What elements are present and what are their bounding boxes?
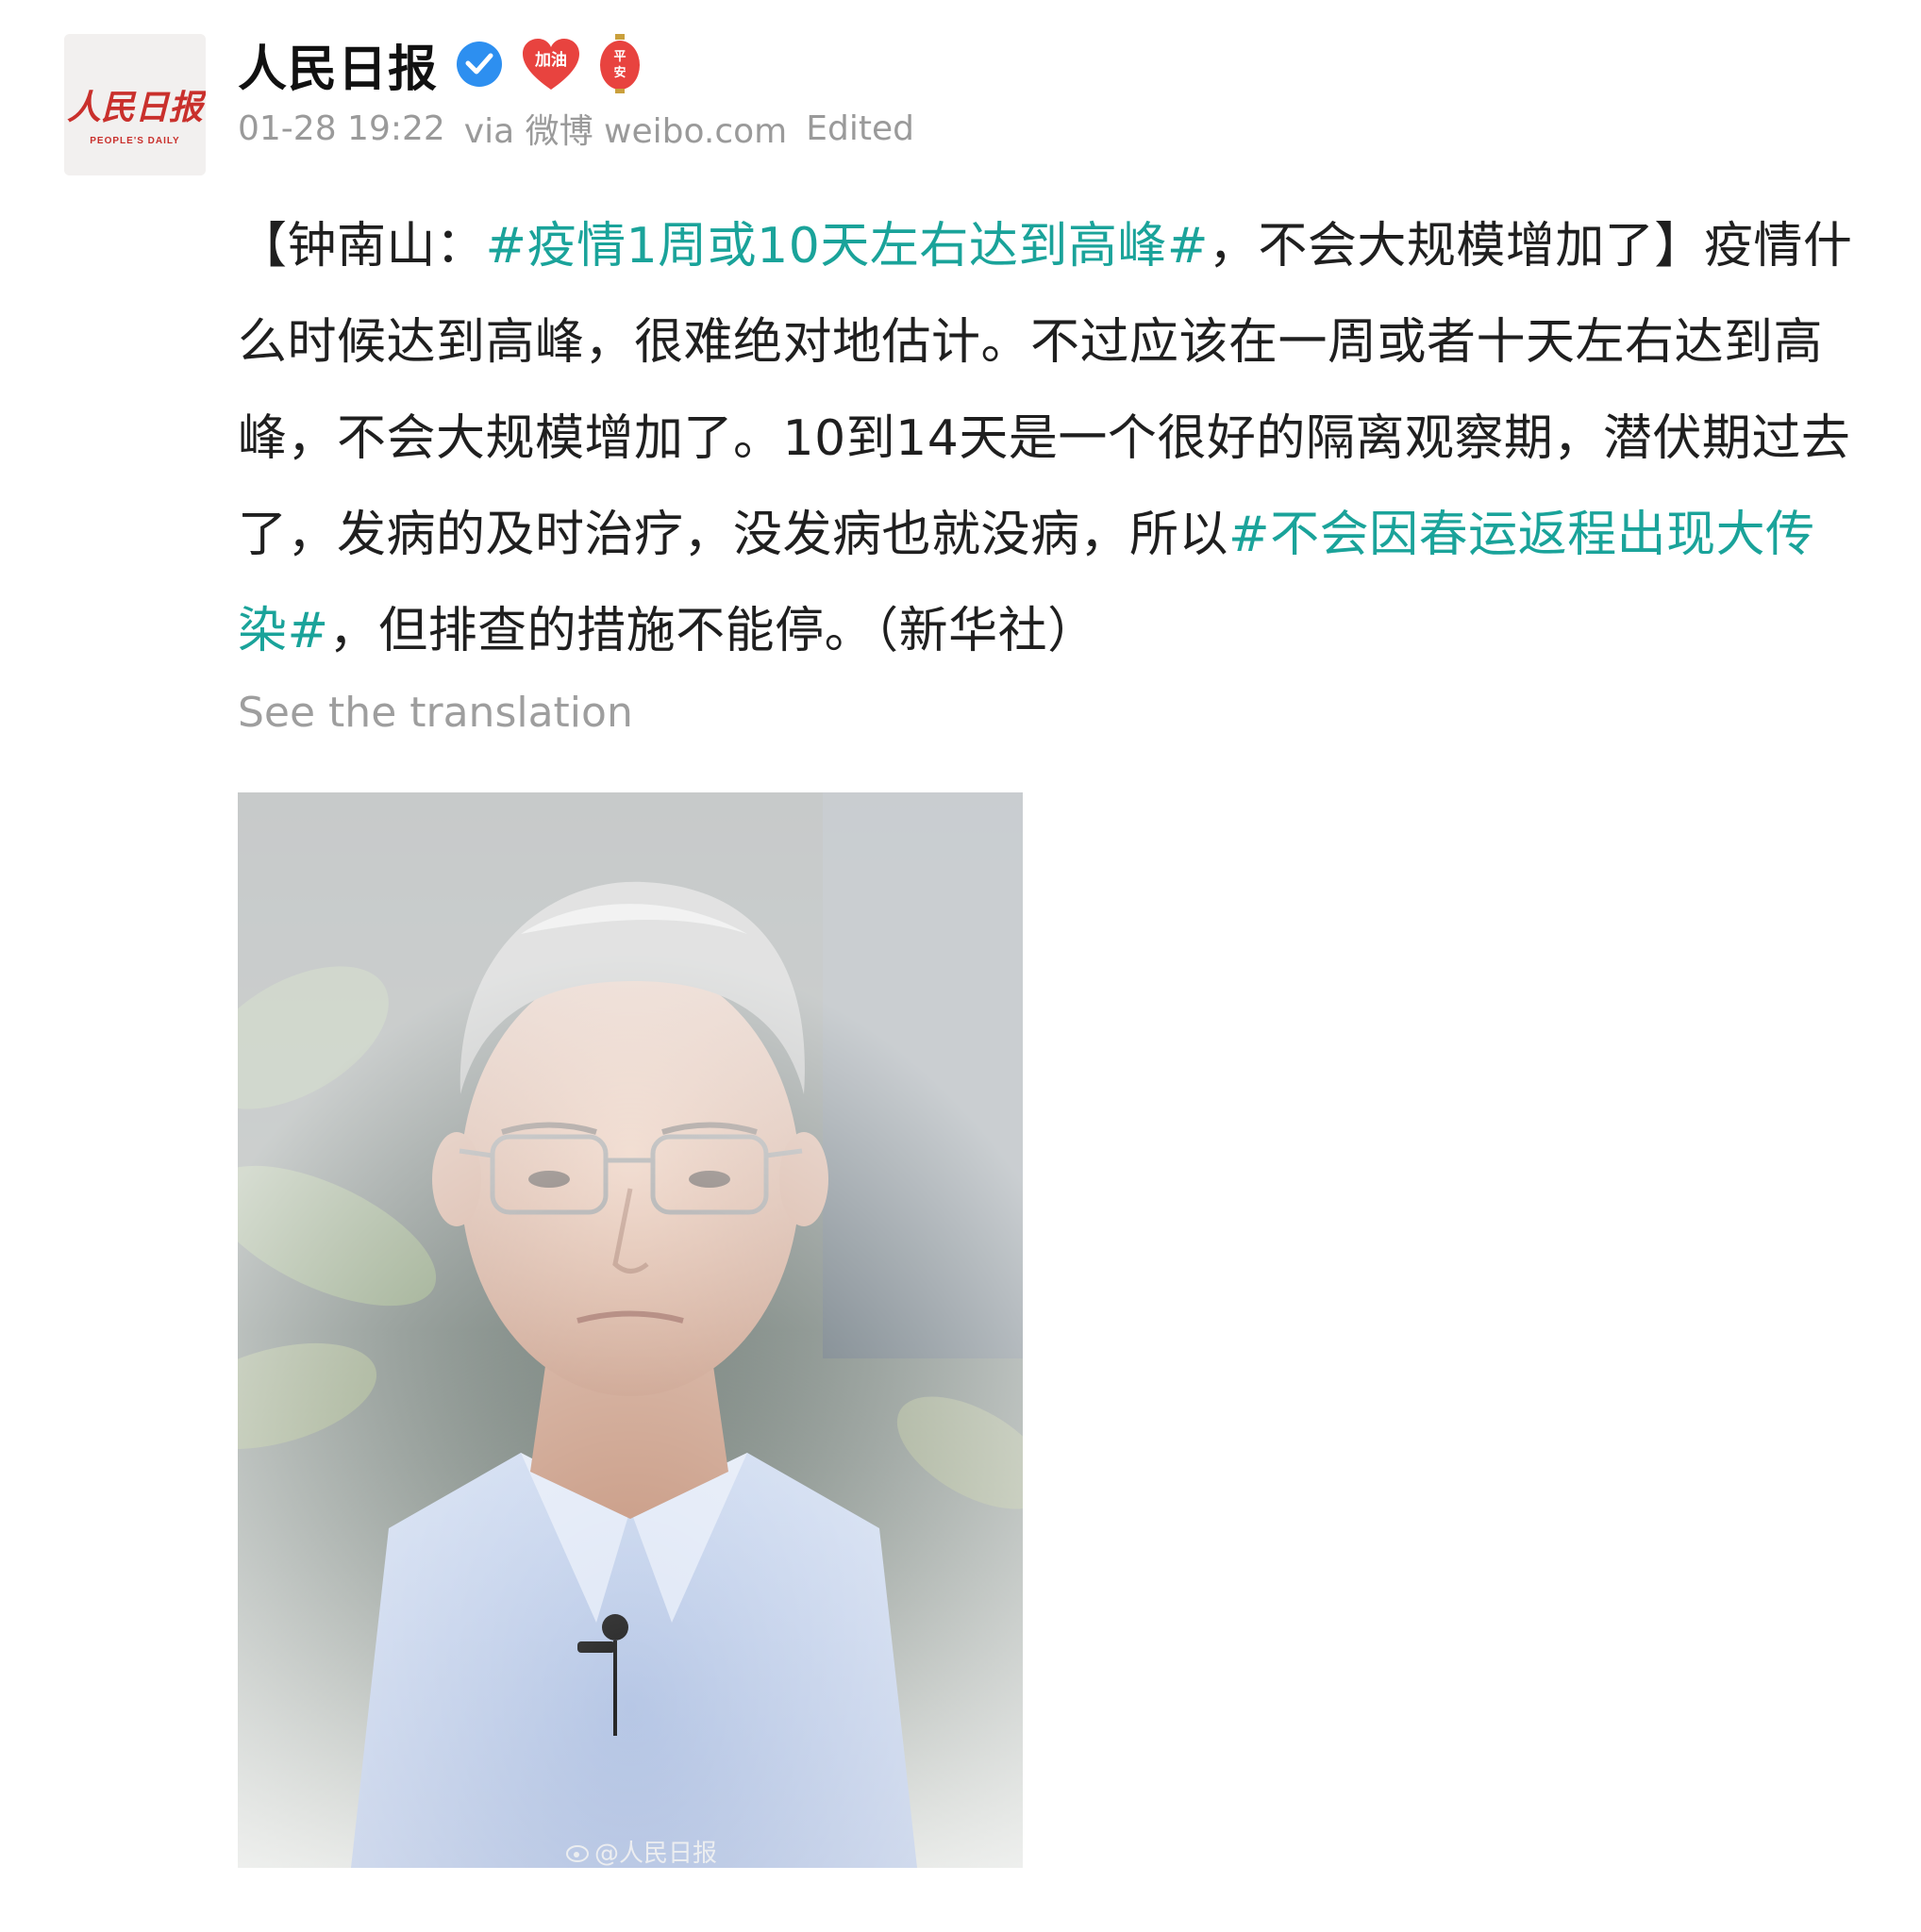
watermark-text: @人民日报 bbox=[594, 1840, 718, 1868]
post-meta: 01-28 19:22 via 微博 weibo.com Edited bbox=[238, 106, 914, 152]
text-segment: ，但排查的措施不能停。（新华社） bbox=[328, 603, 1097, 659]
account-name[interactable]: 人民日报 bbox=[238, 29, 438, 100]
weibo-logo-icon bbox=[566, 1841, 591, 1862]
svg-text:平: 平 bbox=[614, 50, 626, 64]
hashtag-link[interactable]: #疫情1周或10天左右达到高峰# bbox=[486, 218, 1209, 275]
avatar[interactable]: 人民日报 PEOPLE'S DAILY bbox=[64, 34, 206, 175]
timestamp: 01-28 19:22 bbox=[238, 108, 445, 148]
portrait-photo bbox=[238, 792, 1023, 1868]
text-segment: 【钟南山： bbox=[238, 218, 486, 275]
verified-check-icon bbox=[455, 40, 504, 89]
post-text: 【钟南山：#疫情1周或10天左右达到高峰#，不会大规模增加了】疫情什么时候达到高… bbox=[238, 198, 1861, 679]
svg-text:加油: 加油 bbox=[534, 50, 567, 70]
post-image[interactable]: @人民日报 bbox=[238, 792, 1023, 1868]
edited-label[interactable]: Edited bbox=[806, 109, 914, 148]
image-watermark: @人民日报 bbox=[566, 1834, 717, 1868]
svg-text:安: 安 bbox=[614, 65, 626, 80]
see-translation-link[interactable]: See the translation bbox=[238, 689, 633, 737]
jiayou-heart-badge: 加油 bbox=[521, 37, 581, 92]
svg-text:人民日报: 人民日报 bbox=[67, 88, 206, 127]
account-header: 人民日报 加油 平 安 bbox=[238, 26, 642, 102]
weibo-post: 人民日报 PEOPLE'S DAILY 人民日报 加油 平 安 01-28 19… bbox=[0, 0, 1921, 1932]
pingan-lantern-badge: 平 安 bbox=[598, 34, 642, 94]
source: via 微博 weibo.com bbox=[463, 112, 788, 151]
peoples-daily-logo: 人民日报 PEOPLE'S DAILY bbox=[64, 34, 206, 175]
svg-text:PEOPLE'S DAILY: PEOPLE'S DAILY bbox=[90, 136, 179, 146]
